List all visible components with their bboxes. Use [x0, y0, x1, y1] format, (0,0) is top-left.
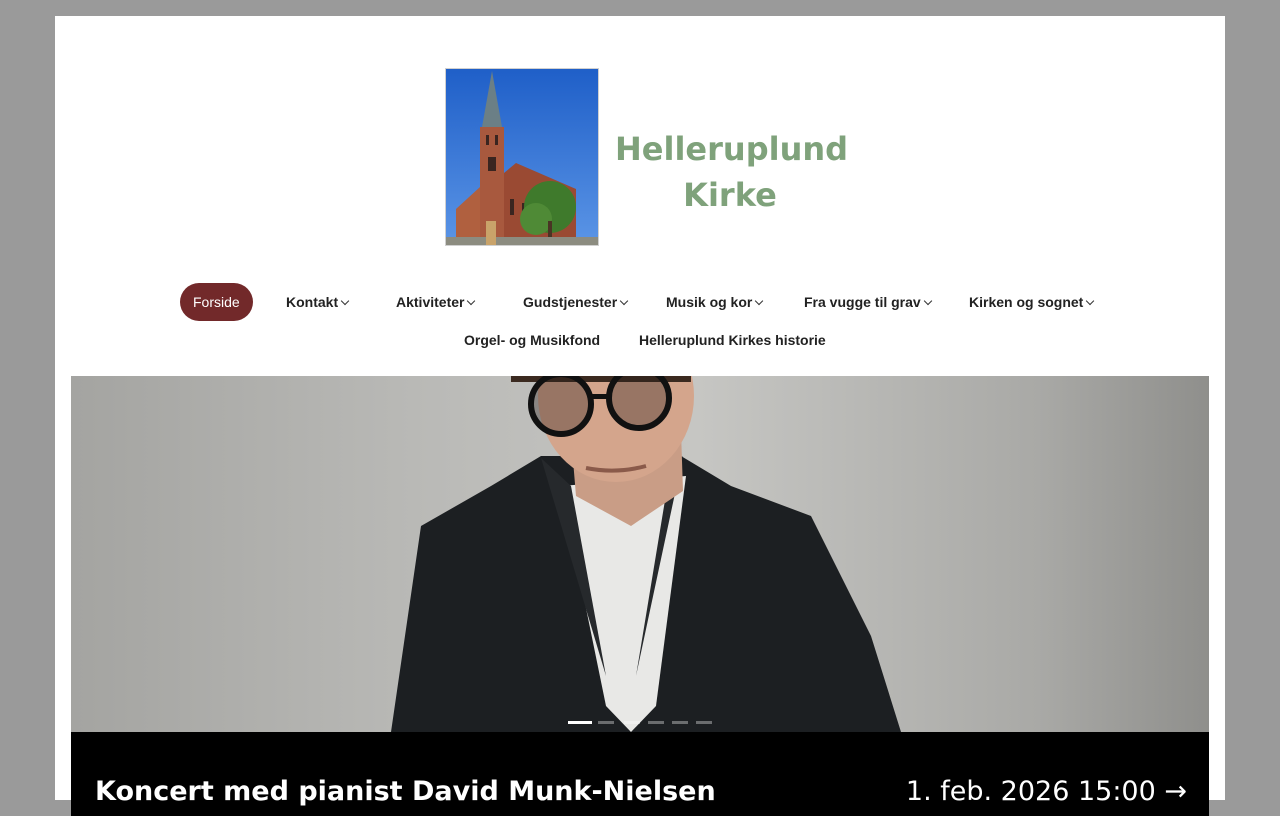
chevron-down-icon: [1086, 296, 1095, 306]
chevron-down-icon: [755, 296, 764, 306]
slider-dot[interactable]: [568, 721, 592, 724]
nav-fra-vugge-til-grav[interactable]: Fra vugge til grav: [804, 283, 932, 321]
page-container: Helleruplund Kirke Forside Kontakt Aktiv…: [55, 16, 1225, 816]
slider-dot[interactable]: [696, 721, 712, 724]
nav-aktiviteter[interactable]: Aktiviteter: [396, 283, 476, 321]
chevron-down-icon: [619, 296, 629, 306]
nav-musik-og-kor-label: Musik og kor: [666, 294, 753, 310]
event-date-link[interactable]: 1. feb. 2026 15:00 →: [906, 776, 1187, 807]
slider-dot[interactable]: [598, 721, 614, 724]
chevron-down-icon: [467, 296, 476, 306]
logo-text-line1: Helleruplund: [615, 130, 849, 168]
nav-kontakt-label: Kontakt: [286, 294, 339, 310]
logo-text-line2: Kirke: [683, 176, 777, 214]
nav-orgel-og-musikfond-label: Orgel- og Musikfond: [464, 332, 601, 348]
nav-gudstjenester-label: Gudstjenester: [523, 294, 618, 310]
hero-slider[interactable]: [71, 376, 1209, 732]
nav-forside-label: Forside: [193, 294, 240, 310]
main-nav-row2: Orgel- og Musikfond Helleruplund Kirkes …: [55, 321, 1225, 359]
nav-forside[interactable]: Forside: [180, 283, 253, 321]
nav-kirken-og-sognet[interactable]: Kirken og sognet: [969, 283, 1095, 321]
nav-fra-vugge-til-grav-label: Fra vugge til grav: [804, 294, 921, 310]
chevron-down-icon: [923, 296, 932, 306]
church-photo: [445, 68, 599, 246]
nav-orgel-og-musikfond[interactable]: Orgel- og Musikfond: [464, 321, 600, 359]
hero-photo: [391, 376, 901, 732]
nav-kirkes-historie-label: Helleruplund Kirkes historie: [639, 332, 826, 348]
slider-dot[interactable]: [672, 721, 688, 724]
nav-kirken-og-sognet-label: Kirken og sognet: [969, 294, 1084, 310]
event-title[interactable]: Koncert med pianist David Munk-Nielsen: [95, 776, 716, 807]
main-nav: Forside Kontakt Aktiviteter Gudstjeneste…: [55, 283, 1225, 321]
slider-dot[interactable]: [648, 721, 664, 724]
event-caption[interactable]: Koncert med pianist David Munk-Nielsen 1…: [71, 732, 1209, 816]
nav-aktiviteter-label: Aktiviteter: [396, 294, 465, 310]
logo-wordmark: Helleruplund Kirke: [615, 126, 849, 218]
chevron-down-icon: [340, 296, 350, 306]
nav-gudstjenester[interactable]: Gudstjenester: [523, 283, 629, 321]
slider-dot[interactable]: [624, 721, 640, 724]
site-logo[interactable]: Helleruplund Kirke: [445, 66, 849, 246]
nav-musik-og-kor[interactable]: Musik og kor: [666, 283, 764, 321]
nav-kontakt[interactable]: Kontakt: [286, 283, 350, 321]
nav-kirkes-historie[interactable]: Helleruplund Kirkes historie: [639, 321, 826, 359]
